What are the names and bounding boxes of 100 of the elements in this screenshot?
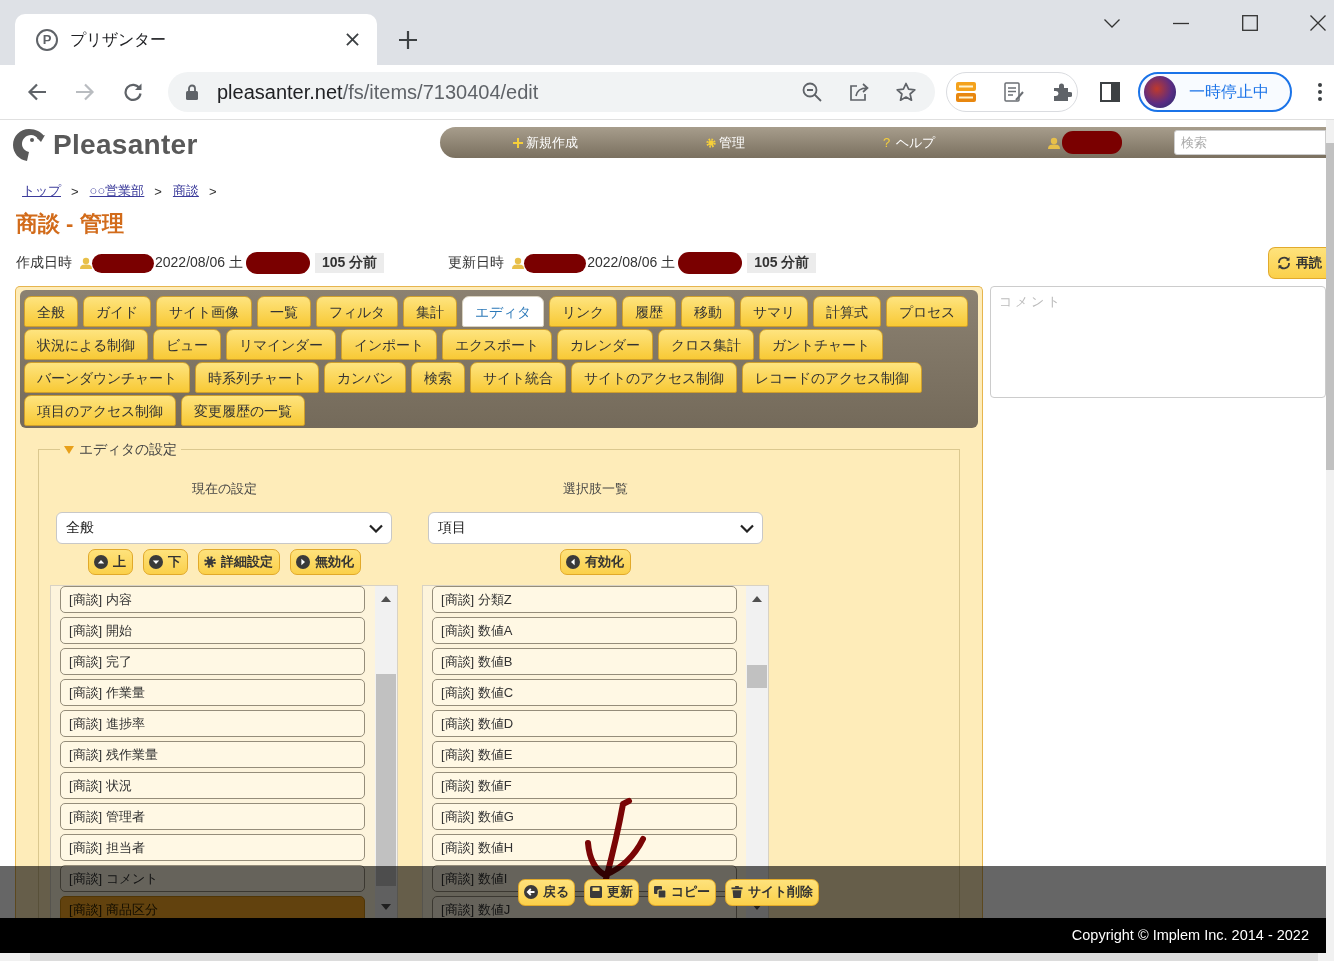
- list-item[interactable]: [商談] 数値E: [432, 741, 737, 768]
- tab[interactable]: レコードのアクセス制御: [742, 362, 922, 393]
- tab[interactable]: エディタ: [462, 296, 544, 327]
- breadcrumb-link[interactable]: ○○営業部: [89, 182, 145, 200]
- tab[interactable]: リンク: [549, 296, 617, 327]
- scrollbar-thumb[interactable]: [1326, 143, 1334, 470]
- tab[interactable]: カレンダー: [557, 329, 653, 360]
- tab[interactable]: サマリ: [740, 296, 808, 327]
- tab[interactable]: サイト統合: [470, 362, 566, 393]
- maximize-icon[interactable]: [1241, 15, 1258, 31]
- list-item[interactable]: [商談] 状況: [60, 772, 365, 799]
- puzzle-icon[interactable]: [1052, 82, 1072, 102]
- list-item[interactable]: [商談] 分類Z: [432, 586, 737, 613]
- tab[interactable]: サイトのアクセス制御: [571, 362, 737, 393]
- nav-link[interactable]: 新規作成: [513, 134, 706, 151]
- close-icon[interactable]: [1310, 15, 1326, 31]
- tab[interactable]: 全般: [24, 296, 78, 327]
- gear-icon: [706, 137, 716, 148]
- tab[interactable]: プロセス: [886, 296, 968, 327]
- star-icon[interactable]: [896, 82, 916, 102]
- tab[interactable]: クロス集計: [658, 329, 754, 360]
- search-field[interactable]: 検索: [1174, 130, 1326, 155]
- list-item[interactable]: [商談] 数値G: [432, 803, 737, 830]
- scroll-up-icon[interactable]: [381, 596, 391, 602]
- tab[interactable]: 変更履歴の一覧: [181, 395, 305, 426]
- breadcrumb-link[interactable]: 商談: [172, 182, 199, 200]
- tab[interactable]: バーンダウンチャート: [24, 362, 190, 393]
- tab[interactable]: エクスポート: [442, 329, 552, 360]
- back-arrow-icon[interactable]: [27, 82, 47, 102]
- tab[interactable]: サイト画像: [156, 296, 252, 327]
- list-item[interactable]: [商談] 完了: [60, 648, 365, 675]
- favicon-logo: P: [36, 28, 58, 51]
- list-item[interactable]: [商談] 数値F: [432, 772, 737, 799]
- tab[interactable]: 集計: [403, 296, 457, 327]
- list-item[interactable]: [商談] 数値B: [432, 648, 737, 675]
- move-down-button[interactable]: 下: [142, 549, 188, 575]
- list-item[interactable]: [商談] 進捗率: [60, 710, 365, 737]
- settings-button[interactable]: 詳細設定: [197, 549, 280, 575]
- disable-button[interactable]: 無効化: [289, 549, 361, 575]
- zoom-out-icon[interactable]: [802, 82, 822, 102]
- tab[interactable]: 履歴: [622, 296, 676, 327]
- meta-label: 更新日時: [448, 254, 505, 272]
- list-item[interactable]: [商談] 開始: [60, 617, 365, 644]
- user-icon: [512, 257, 525, 269]
- tab[interactable]: 時系列チャート: [195, 362, 319, 393]
- tab[interactable]: 移動: [681, 296, 735, 327]
- tab[interactable]: カンバン: [324, 362, 406, 393]
- circle-up-icon: [93, 555, 108, 569]
- delete-button[interactable]: サイト削除: [725, 878, 819, 906]
- list-item[interactable]: [商談] 担当者: [60, 834, 365, 861]
- browser-tab[interactable]: P プリザンター: [15, 14, 377, 65]
- list-item[interactable]: [商談] 管理者: [60, 803, 365, 830]
- reload-button[interactable]: 再読: [1268, 247, 1326, 279]
- dropdown[interactable]: 全般: [56, 512, 392, 544]
- column-heading: 選択肢一覧: [562, 480, 629, 498]
- tab[interactable]: リマインダー: [226, 329, 336, 360]
- list-item[interactable]: [商談] 作業量: [60, 679, 365, 706]
- list-item[interactable]: [商談] 数値A: [432, 617, 737, 644]
- breadcrumb-link[interactable]: トップ: [22, 182, 61, 200]
- list-item[interactable]: [商談] 数値H: [432, 834, 737, 861]
- extension-icon[interactable]: [956, 82, 976, 102]
- list-item[interactable]: [商談] 内容: [60, 586, 365, 613]
- scrollbar-thumb[interactable]: [747, 665, 767, 688]
- tab[interactable]: 検索: [411, 362, 465, 393]
- tab[interactable]: 計算式: [813, 296, 881, 327]
- scroll-up-icon[interactable]: [752, 596, 762, 602]
- tab[interactable]: 一覧: [257, 296, 311, 327]
- side-panel-icon[interactable]: [1100, 82, 1120, 102]
- tab[interactable]: ガントチャート: [759, 329, 883, 360]
- copy-button[interactable]: コピー: [648, 878, 716, 906]
- list-item[interactable]: [商談] 数値C: [432, 679, 737, 706]
- nav-link[interactable]: ? ヘルプ: [883, 134, 1048, 151]
- reload-icon: [1277, 256, 1291, 270]
- list-item[interactable]: [商談] 数値D: [432, 710, 737, 737]
- back-button[interactable]: 戻る: [518, 878, 575, 906]
- update-button[interactable]: 更新: [584, 878, 639, 906]
- enable-button[interactable]: 有効化: [560, 549, 631, 575]
- chevron-down-icon[interactable]: [1103, 18, 1120, 28]
- profile-button[interactable]: 一時停止中: [1138, 72, 1292, 112]
- tab[interactable]: ビュー: [153, 329, 221, 360]
- move-up-button[interactable]: 上: [87, 549, 133, 575]
- dropdown[interactable]: 項目: [428, 512, 763, 544]
- close-icon[interactable]: [346, 33, 359, 46]
- circle-back-icon: [524, 885, 538, 899]
- plus-icon[interactable]: [399, 31, 417, 49]
- lock-icon: [186, 84, 198, 100]
- tab[interactable]: インポート: [341, 329, 437, 360]
- reload-icon[interactable]: [123, 82, 143, 102]
- scroll-down-icon[interactable]: [381, 904, 391, 910]
- tab[interactable]: ガイド: [83, 296, 151, 327]
- address-bar[interactable]: pleasanter.net/fs/items/7130404/edit: [168, 72, 935, 112]
- share-icon[interactable]: [849, 82, 869, 102]
- scrollbar-thumb[interactable]: [376, 674, 396, 886]
- menu-icon[interactable]: [1318, 83, 1322, 101]
- notepad-icon[interactable]: [1004, 82, 1024, 102]
- tab[interactable]: フィルタ: [316, 296, 398, 327]
- tab[interactable]: 項目のアクセス制御: [24, 395, 176, 426]
- comment-field[interactable]: コメント: [990, 286, 1326, 398]
- list-item[interactable]: [商談] 残作業量: [60, 741, 365, 768]
- tab[interactable]: 状況による制御: [24, 329, 148, 360]
